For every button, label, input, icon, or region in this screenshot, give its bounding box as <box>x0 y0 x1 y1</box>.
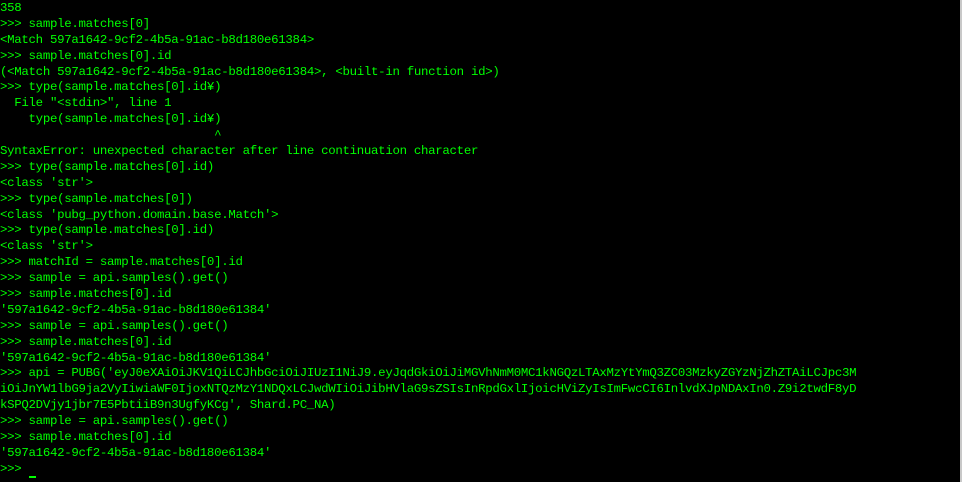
output-line: >>> sample.matches[0].id <box>0 334 172 349</box>
output-line: >>> matchId = sample.matches[0].id <box>0 255 243 270</box>
output-line: (<Match 597a1642-9cf2-4b5a-91ac-b8d180e6… <box>0 64 500 79</box>
output-line: >>> type(sample.matches[0]) <box>0 191 193 206</box>
terminal-output: 358 >>> sample.matches[0] <Match 597a164… <box>0 1 962 478</box>
output-line: >>> type(sample.matches[0].id) <box>0 159 215 174</box>
output-line: '597a1642-9cf2-4b5a-91ac-b8d180e61384' <box>0 350 272 365</box>
output-line: >>> sample.matches[0].id <box>0 287 172 302</box>
output-line: <Match 597a1642-9cf2-4b5a-91ac-b8d180e61… <box>0 32 314 47</box>
prompt-line[interactable]: >>> <box>0 462 962 478</box>
output-line: >>> sample = api.samples().get() <box>0 414 229 429</box>
output-line: SyntaxError: unexpected character after … <box>0 144 479 159</box>
output-line: >>> type(sample.matches[0].id¥) <box>0 80 222 95</box>
output-line: '597a1642-9cf2-4b5a-91ac-b8d180e61384' <box>0 445 272 460</box>
output-line: ^ <box>0 128 222 143</box>
output-line: >>> api = PUBG('eyJ0eXAiOiJKV1QiLCJhbGci… <box>0 366 857 381</box>
output-line: >>> sample.matches[0].id <box>0 48 172 63</box>
output-line: File "<stdin>", line 1 <box>0 96 172 111</box>
output-line: <class 'pubg_python.domain.base.Match'> <box>0 207 279 222</box>
output-line: <class 'str'> <box>0 175 93 190</box>
output-line: >>> sample.matches[0].id <box>0 430 172 445</box>
output-line: kSPQ2DVjy1jbr7E5PbtiiB9n3UgfyKCg', Shard… <box>0 398 336 413</box>
output-line: '597a1642-9cf2-4b5a-91ac-b8d180e61384' <box>0 302 272 317</box>
prompt: >>> <box>0 461 29 476</box>
output-line: <class 'str'> <box>0 239 93 254</box>
output-line: >>> sample.matches[0] <box>0 16 150 31</box>
output-line: 358 <box>0 1 22 15</box>
output-line: type(sample.matches[0].id¥) <box>0 112 222 127</box>
terminal-window[interactable]: 358 >>> sample.matches[0] <Match 597a164… <box>0 0 962 482</box>
output-line: >>> sample = api.samples().get() <box>0 271 229 286</box>
output-line: >>> sample = api.samples().get() <box>0 318 229 333</box>
text-cursor <box>28 475 36 478</box>
output-line: iOiJnYW1lbG9ja2VyIiwiaWF0IjoxNTQzMzY1NDQ… <box>0 382 857 397</box>
output-line: >>> type(sample.matches[0].id) <box>0 223 215 238</box>
